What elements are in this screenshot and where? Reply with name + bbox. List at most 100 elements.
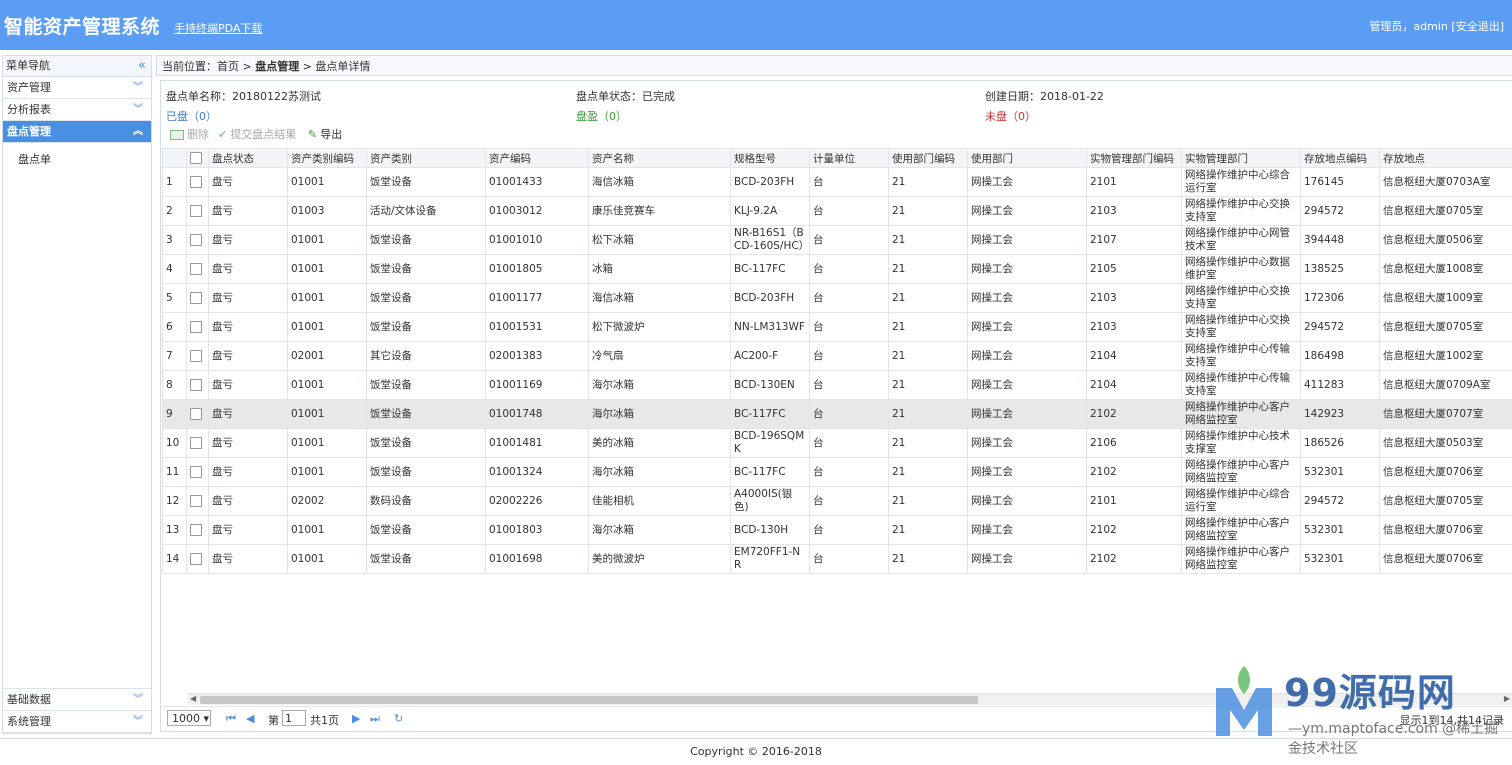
page-number-input[interactable]: 1 bbox=[282, 710, 306, 726]
table-cell: 网络操作维护中心数据维护室 bbox=[1181, 254, 1301, 284]
row-checkbox[interactable] bbox=[186, 428, 209, 458]
column-header[interactable]: 存放地点 bbox=[1379, 148, 1512, 168]
submit-result-button[interactable]: ✔ 提交盘点结果 bbox=[218, 126, 296, 142]
sidebar-section-report[interactable]: 分析报表 ︾ bbox=[3, 99, 151, 121]
sidebar-section-inventory[interactable]: 盘点管理 ︽ bbox=[3, 121, 151, 143]
row-checkbox[interactable] bbox=[186, 254, 209, 284]
table-row[interactable]: 14 盘亏 01001 饭堂设备 01001698 美的微波炉 EM720FF1-NR 台 21… bbox=[162, 544, 1512, 574]
table-cell: NR-B16S1（BCD-160S/HC） bbox=[730, 225, 810, 255]
column-header[interactable]: 计量单位 bbox=[809, 148, 889, 168]
table-cell: 01003 bbox=[287, 196, 367, 226]
table-row[interactable]: 12 盘亏 02002 数码设备 02002226 佳能相机 A4000IS(银色) 台 21 网… bbox=[162, 486, 1512, 516]
row-checkbox[interactable] bbox=[186, 399, 209, 429]
row-checkbox[interactable] bbox=[186, 515, 209, 545]
table-row[interactable]: 11 盘亏 01001 饭堂设备 01001324 海尔冰箱 BC-117FC 台 21 网操工会… bbox=[162, 457, 1512, 487]
table-cell: 盘亏 bbox=[208, 225, 288, 255]
column-header[interactable]: 实物管理部门 bbox=[1181, 148, 1301, 168]
row-checkbox[interactable] bbox=[186, 544, 209, 574]
refresh-icon[interactable]: ↻ bbox=[394, 712, 403, 725]
sidebar-item-inventory-sheet[interactable]: 盘点单 bbox=[3, 149, 151, 171]
user-info: 管理员，admin [安全退出] bbox=[1369, 18, 1504, 34]
table-cell: 01001169 bbox=[485, 370, 589, 400]
column-header[interactable]: 使用部门编码 bbox=[888, 148, 968, 168]
prev-page-icon[interactable]: ◀ bbox=[246, 712, 254, 725]
row-checkbox[interactable] bbox=[186, 457, 209, 487]
table-row[interactable]: 3 盘亏 01001 饭堂设备 01001010 松下冰箱 NR-B16S1（BCD-160… bbox=[162, 225, 1512, 255]
table-row[interactable]: 10 盘亏 01001 饭堂设备 01001481 美的冰箱 BCD-196SQMK 台 21 网… bbox=[162, 428, 1512, 458]
column-header[interactable]: 资产类别编码 bbox=[287, 148, 367, 168]
row-checkbox[interactable] bbox=[186, 196, 209, 226]
column-header[interactable]: 存放地点编码 bbox=[1300, 148, 1380, 168]
table-cell: 02001 bbox=[287, 341, 367, 371]
first-page-icon[interactable]: ⏮ bbox=[226, 712, 236, 726]
table-row[interactable]: 9 盘亏 01001 饭堂设备 01001748 海尔冰箱 BC-117FC 台 21 网操工会 2… bbox=[162, 399, 1512, 429]
last-page-icon[interactable]: ⏭ bbox=[370, 712, 380, 726]
logout-link[interactable]: [安全退出] bbox=[1451, 20, 1504, 33]
column-header[interactable]: 使用部门 bbox=[967, 148, 1087, 168]
table-row[interactable]: 8 盘亏 01001 饭堂设备 01001169 海尔冰箱 BCD-130EN 台 21 网操工会… bbox=[162, 370, 1512, 400]
sidebar-title: 菜单导航 bbox=[6, 59, 50, 72]
row-checkbox[interactable] bbox=[186, 486, 209, 516]
next-page-icon[interactable]: ▶ bbox=[352, 712, 360, 725]
breadcrumb-prefix[interactable]: 当前位置：首页 > bbox=[162, 60, 252, 73]
row-checkbox[interactable] bbox=[186, 167, 209, 197]
delete-icon bbox=[170, 130, 184, 140]
table-row[interactable]: 1 盘亏 01001 饭堂设备 01001433 海信冰箱 BCD-203FH 台 21 网操工会… bbox=[162, 167, 1512, 197]
pda-download-link[interactable]: 手持终端PDA下载 bbox=[174, 20, 262, 36]
row-checkbox[interactable] bbox=[186, 283, 209, 313]
column-header[interactable]: 资产类别 bbox=[366, 148, 486, 168]
select-all-checkbox[interactable] bbox=[186, 148, 209, 168]
table-cell: NN-LM313WF bbox=[730, 312, 810, 342]
table-cell: 松下冰箱 bbox=[588, 225, 731, 255]
table-cell: 网操工会 bbox=[967, 283, 1087, 313]
scrollbar-thumb[interactable] bbox=[200, 696, 978, 704]
table-cell: 台 bbox=[809, 225, 889, 255]
table-cell: 盘亏 bbox=[208, 515, 288, 545]
page-size-select[interactable]: 1000 ▾ bbox=[167, 710, 211, 726]
table-row[interactable]: 6 盘亏 01001 饭堂设备 01001531 松下微波炉 NN-LM313WF 台 21 网操… bbox=[162, 312, 1512, 342]
table-cell: 01003012 bbox=[485, 196, 589, 226]
sidebar-section-asset[interactable]: 资产管理 ︾ bbox=[3, 77, 151, 99]
checkbox-icon bbox=[190, 552, 202, 565]
export-button[interactable]: ✎ 导出 bbox=[308, 126, 342, 142]
table-cell: 网络操作维护中心技术支撑室 bbox=[1181, 428, 1301, 458]
collapse-sidebar-icon[interactable]: « bbox=[138, 56, 146, 76]
table-cell: BCD-196SQMK bbox=[730, 428, 810, 458]
table-row[interactable]: 5 盘亏 01001 饭堂设备 01001177 海信冰箱 BCD-203FH 台 21 网操工会… bbox=[162, 283, 1512, 313]
table-cell: 01001 bbox=[287, 515, 367, 545]
chevron-down-icon: ︾ bbox=[133, 694, 143, 705]
row-checkbox[interactable] bbox=[186, 341, 209, 371]
column-header[interactable]: 实物管理部门编码 bbox=[1086, 148, 1182, 168]
table-cell: 138525 bbox=[1300, 254, 1380, 284]
table-cell: 2101 bbox=[1086, 486, 1182, 516]
table-cell: 2106 bbox=[1086, 428, 1182, 458]
row-checkbox[interactable] bbox=[186, 312, 209, 342]
row-checkbox[interactable] bbox=[186, 370, 209, 400]
sidebar-section-label: 资产管理 bbox=[7, 81, 51, 94]
column-header[interactable]: 资产名称 bbox=[588, 148, 731, 168]
table-cell: 饭堂设备 bbox=[366, 167, 486, 197]
surplus-link[interactable]: 盘盈（0） bbox=[576, 108, 627, 124]
table-cell: 网操工会 bbox=[967, 167, 1087, 197]
delete-button[interactable]: 删除 bbox=[170, 126, 209, 142]
breadcrumb-level1[interactable]: 盘点管理 bbox=[255, 60, 299, 73]
table-row[interactable]: 13 盘亏 01001 饭堂设备 01001803 海尔冰箱 BCD-130H 台 21 网操工会… bbox=[162, 515, 1512, 545]
column-header[interactable]: 盘点状态 bbox=[208, 148, 288, 168]
table-row[interactable]: 4 盘亏 01001 饭堂设备 01001805 冰箱 BC-117FC 台 21 网操工会 210… bbox=[162, 254, 1512, 284]
row-checkbox[interactable] bbox=[186, 225, 209, 255]
table-cell: 2103 bbox=[1086, 312, 1182, 342]
column-header[interactable]: 资产编码 bbox=[485, 148, 589, 168]
scroll-left-icon[interactable]: ◀ bbox=[190, 694, 196, 703]
column-header[interactable]: 规格型号 bbox=[730, 148, 810, 168]
sidebar-section-system[interactable]: 系统管理 ︾ bbox=[3, 711, 151, 733]
table-cell: 01001 bbox=[287, 370, 367, 400]
uncounted-link[interactable]: 未盘（0） bbox=[985, 108, 1036, 124]
sidebar-section-label: 盘点管理 bbox=[7, 125, 51, 138]
sidebar-section-basic-data[interactable]: 基础数据 ︾ bbox=[3, 688, 151, 711]
table-cell: 186498 bbox=[1300, 341, 1380, 371]
table-row[interactable]: 7 盘亏 02001 其它设备 02001383 冷气扇 AC200-F 台 21 网操工会 210… bbox=[162, 341, 1512, 371]
watermark-logo-icon bbox=[1216, 666, 1272, 736]
counted-link[interactable]: 已盘（0） bbox=[166, 108, 217, 124]
table-cell: 活动/文体设备 bbox=[366, 196, 486, 226]
table-row[interactable]: 2 盘亏 01003 活动/文体设备 01003012 康乐佳竞赛车 KLJ-9.2A 台 21… bbox=[162, 196, 1512, 226]
